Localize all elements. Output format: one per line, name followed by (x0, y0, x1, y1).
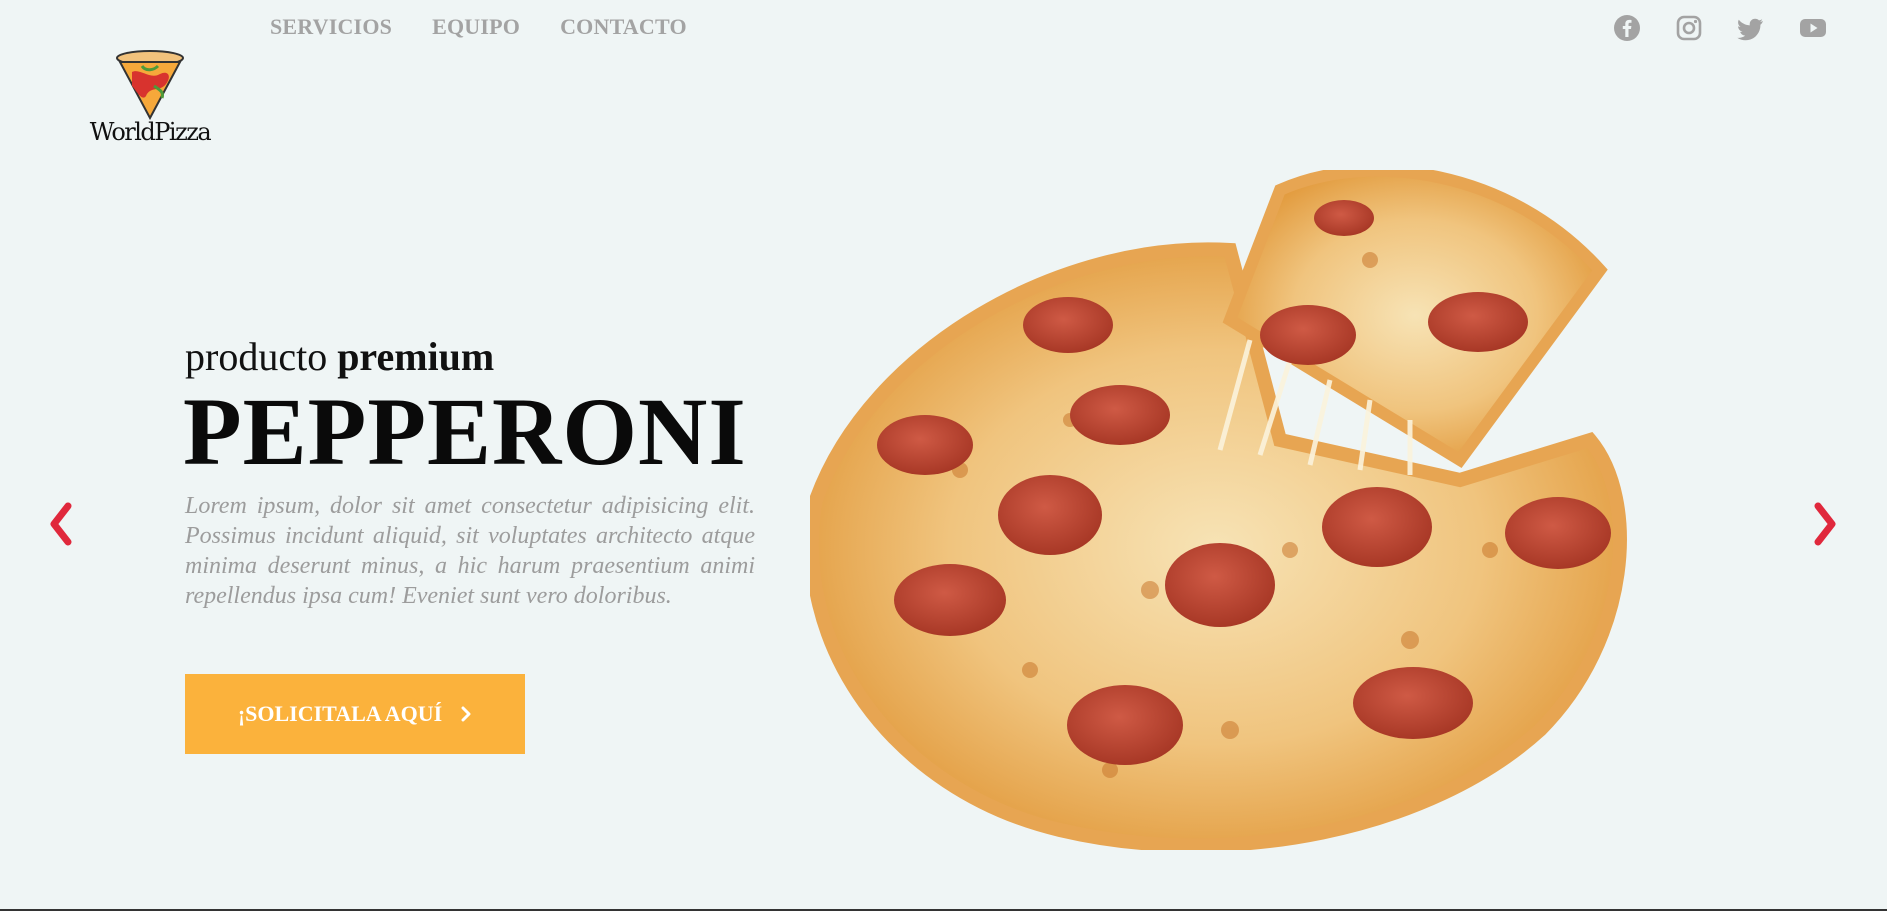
hero-subtitle: producto premium (185, 333, 494, 380)
hero-title: PEPPERONI (183, 378, 747, 485)
pizza-slice-logo-icon (116, 50, 184, 121)
pepperoni-pizza-image (810, 170, 1627, 850)
nav-link-servicios[interactable]: SERVICIOS (270, 14, 392, 40)
carousel-next-button[interactable] (1810, 502, 1840, 546)
worldpizza-logo[interactable]: WorldPizza (80, 46, 220, 151)
chevron-left-icon (50, 502, 72, 546)
hero-subtitle-light: producto (185, 334, 328, 379)
nav-link-contacto[interactable]: CONTACTO (560, 14, 687, 40)
instagram-icon[interactable] (1675, 14, 1703, 42)
order-cta-button[interactable]: ¡SOLICITALA AQUÍ (185, 674, 525, 754)
cta-label: ¡SOLICITALA AQUÍ (237, 701, 443, 726)
carousel-prev-button[interactable] (46, 502, 76, 546)
twitter-icon[interactable] (1737, 14, 1765, 42)
nav-link-equipo[interactable]: EQUIPO (432, 14, 520, 40)
main-nav: SERVICIOS EQUIPO CONTACTO (270, 14, 687, 40)
social-links (1613, 14, 1827, 42)
facebook-icon[interactable] (1613, 14, 1641, 42)
logo-text: WorldPizza (89, 118, 212, 146)
hero-subtitle-bold: premium (337, 334, 495, 379)
youtube-icon[interactable] (1799, 14, 1827, 42)
chevron-right-icon (1814, 502, 1836, 546)
chevron-right-icon (461, 706, 471, 722)
hero-description: Lorem ipsum, dolor sit amet consectetur … (185, 493, 755, 609)
